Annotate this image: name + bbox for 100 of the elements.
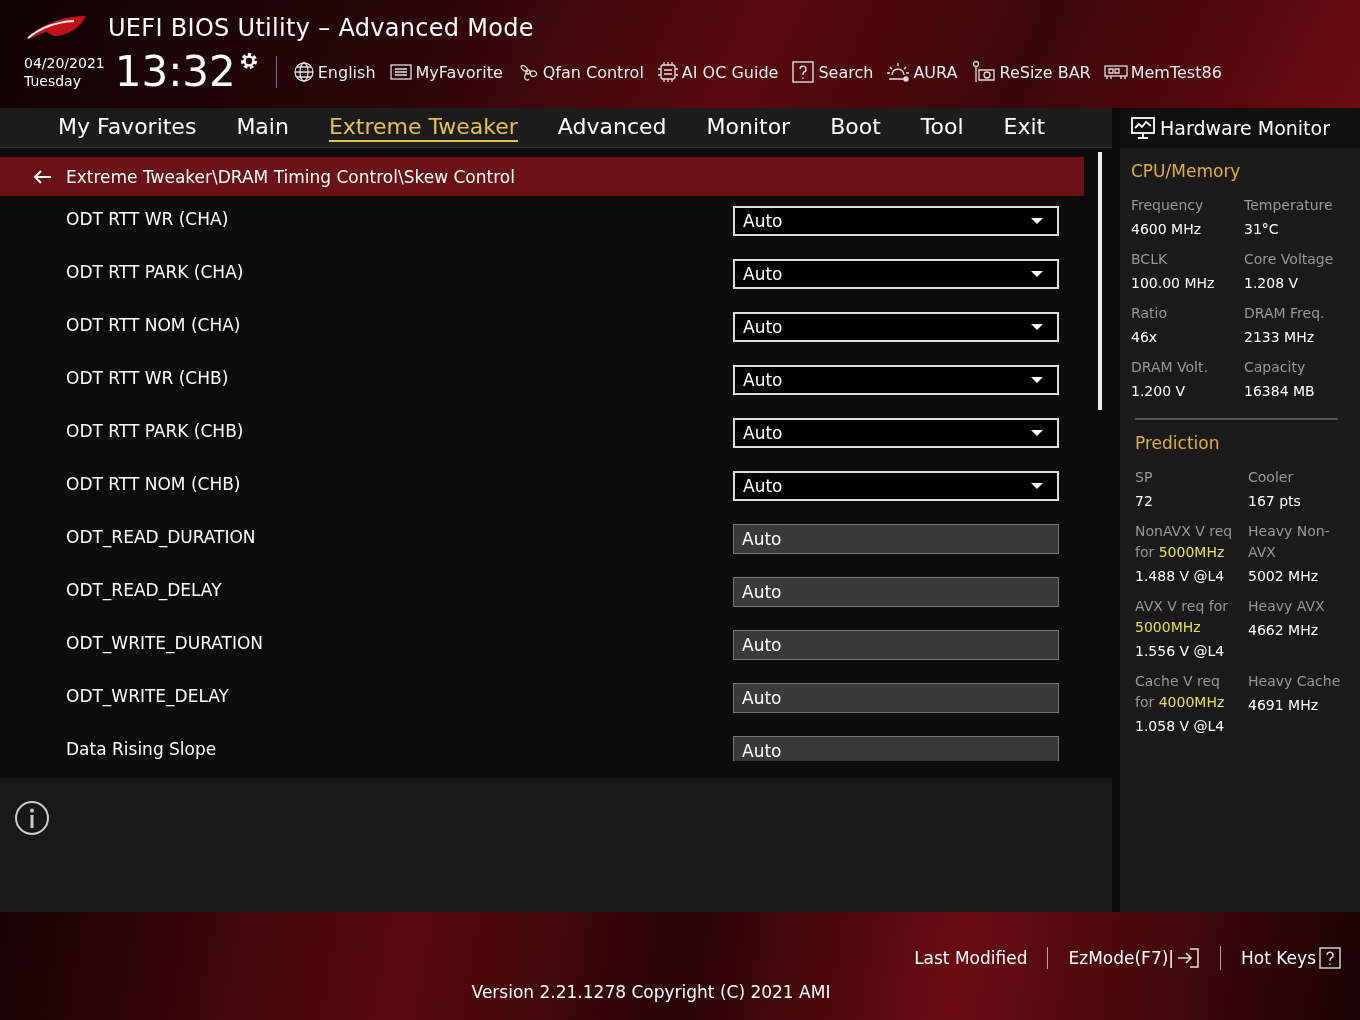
caret-icon bbox=[1031, 217, 1043, 225]
breadcrumb-path: Extreme Tweaker\DRAM Timing Control\Skew Control bbox=[66, 166, 515, 187]
toolbar-button[interactable]: MyFavorite bbox=[388, 62, 503, 82]
caret-icon bbox=[1031, 323, 1043, 331]
stat-value: 167 pts bbox=[1248, 492, 1302, 510]
stat-value: 5002 MHz bbox=[1248, 567, 1320, 585]
stat-value: 100.00 MHz bbox=[1131, 274, 1216, 292]
stat-label: Temperature bbox=[1244, 196, 1334, 215]
setting-label: ODT RTT PARK (CHA) bbox=[66, 261, 245, 284]
stat-value: 1.208 V bbox=[1244, 274, 1300, 292]
setting-label: ODT RTT WR (CHA) bbox=[66, 208, 230, 231]
menu-tab[interactable]: Tool bbox=[920, 113, 964, 142]
input-field[interactable]: Auto bbox=[733, 577, 1059, 607]
stat-value: 1.200 V bbox=[1131, 382, 1187, 400]
menu-tab[interactable]: Main bbox=[236, 113, 289, 142]
menu-tab[interactable]: Advanced bbox=[557, 113, 667, 142]
info-icon bbox=[14, 800, 50, 836]
stat-value: 1.488 V @L4 bbox=[1135, 567, 1226, 585]
toolbar-button[interactable]: AURA bbox=[886, 61, 958, 83]
clock-time: 13:32 bbox=[114, 50, 236, 94]
stat-label: Cooler bbox=[1248, 468, 1295, 487]
toolbar-button[interactable]: ReSize BAR bbox=[970, 60, 1091, 84]
help-icon bbox=[1318, 946, 1342, 970]
dropdown[interactable]: Auto bbox=[733, 365, 1059, 395]
date-text: 04/20/2021 bbox=[24, 54, 105, 72]
stat-value: 31°C bbox=[1244, 220, 1280, 238]
stat-label: DRAM Freq. bbox=[1244, 304, 1326, 323]
panel-title: Hardware Monitor bbox=[1160, 117, 1330, 139]
menu-tab[interactable]: Exit bbox=[1003, 113, 1046, 142]
toolbar-button[interactable]: Qfan Control bbox=[515, 61, 644, 83]
input-field[interactable]: Auto bbox=[733, 683, 1059, 713]
stat-label: NonAVX V req for 5000MHz bbox=[1135, 522, 1234, 562]
stat-value: 4600 MHz bbox=[1131, 220, 1203, 238]
stat-value: 4691 MHz bbox=[1248, 696, 1320, 714]
stat-label: Frequency bbox=[1131, 196, 1205, 215]
setting-label: ODT_WRITE_DELAY bbox=[66, 685, 230, 709]
light-icon bbox=[886, 61, 911, 83]
setting-label: ODT_READ_DELAY bbox=[66, 579, 223, 603]
exit-icon bbox=[1176, 947, 1201, 969]
dropdown[interactable]: Auto bbox=[733, 471, 1059, 501]
setting-label: ODT RTT NOM (CHA) bbox=[66, 314, 242, 337]
setting-label: ODT_WRITE_DURATION bbox=[66, 632, 265, 656]
toolbar-button[interactable]: MemTest86 bbox=[1103, 62, 1222, 82]
dropdown[interactable]: Auto bbox=[733, 418, 1059, 448]
setting-label: ODT RTT PARK (CHB) bbox=[66, 420, 245, 443]
back-button[interactable] bbox=[32, 168, 52, 185]
memory-icon bbox=[1103, 63, 1128, 81]
section-title: Prediction bbox=[1135, 433, 1221, 453]
stat-label: Ratio bbox=[1131, 304, 1168, 323]
help-icon bbox=[791, 60, 816, 84]
toolbar-button[interactable]: Search bbox=[791, 60, 874, 84]
stat-label: BCLK bbox=[1131, 250, 1169, 269]
caret-icon bbox=[1031, 376, 1043, 384]
caret-icon bbox=[1031, 429, 1043, 437]
graphics-card-icon bbox=[970, 60, 997, 84]
footer-button[interactable]: EzMode(F7)| bbox=[1047, 947, 1221, 969]
menu-tab[interactable]: Monitor bbox=[706, 113, 791, 142]
setting-label: ODT_READ_DURATION bbox=[66, 526, 257, 550]
menu-tab[interactable]: Extreme Tweaker bbox=[328, 113, 518, 142]
caret-icon bbox=[1031, 270, 1043, 278]
dropdown[interactable]: Auto bbox=[733, 312, 1059, 342]
stat-value: 16384 MB bbox=[1244, 382, 1316, 400]
stat-label: Core Voltage bbox=[1244, 250, 1335, 269]
scrollbar[interactable] bbox=[1098, 152, 1102, 410]
stat-label: Heavy Non-AVX bbox=[1248, 522, 1331, 562]
stat-label: Heavy AVX bbox=[1248, 597, 1326, 616]
stat-label: Cache V req for 4000MHz bbox=[1135, 672, 1226, 712]
setting-label: ODT RTT WR (CHB) bbox=[66, 367, 230, 390]
stat-label: DRAM Volt. bbox=[1131, 358, 1209, 377]
monitor-icon bbox=[1130, 116, 1156, 140]
setting-label: ODT RTT NOM (CHB) bbox=[66, 473, 242, 496]
menu-tab[interactable]: My Favorites bbox=[58, 113, 197, 142]
stat-label: SP bbox=[1135, 468, 1154, 487]
back-arrow-icon bbox=[32, 168, 52, 185]
stat-value: 4662 MHz bbox=[1248, 621, 1320, 639]
footer-button[interactable]: Last Modified bbox=[894, 948, 1048, 968]
stat-label: AVX V req for 5000MHz bbox=[1135, 597, 1229, 637]
stat-value: 72 bbox=[1135, 492, 1154, 510]
input-field[interactable]: Auto bbox=[733, 524, 1059, 554]
list-icon bbox=[388, 62, 413, 82]
menu-tab[interactable]: Boot bbox=[830, 113, 881, 142]
dropdown[interactable]: Auto bbox=[733, 206, 1059, 236]
day-text: Tuesday bbox=[24, 72, 82, 90]
globe-icon bbox=[292, 61, 315, 83]
window-title: UEFI BIOS Utility – Advanced Mode bbox=[108, 14, 534, 42]
stat-label: Capacity bbox=[1244, 358, 1307, 377]
toolbar-button[interactable]: AI OC Guide bbox=[656, 61, 779, 83]
stat-value: 1.556 V @L4 bbox=[1135, 642, 1226, 660]
input-field[interactable]: Auto bbox=[733, 630, 1059, 660]
footer-button[interactable]: Hot Keys bbox=[1220, 946, 1342, 970]
stat-value: 1.058 V @L4 bbox=[1135, 717, 1226, 735]
dropdown[interactable]: Auto bbox=[733, 259, 1059, 289]
section-title: CPU/Memory bbox=[1131, 161, 1242, 181]
input-field[interactable]: Auto bbox=[733, 736, 1059, 761]
stat-value: 46x bbox=[1131, 328, 1159, 346]
setting-label: Data Rising Slope bbox=[66, 738, 218, 761]
stat-value: 2133 MHz bbox=[1244, 328, 1316, 346]
version-text: Version 2.21.1278 Copyright (C) 2021 AMI bbox=[470, 982, 832, 1002]
stat-label: Heavy Cache bbox=[1248, 672, 1342, 691]
toolbar-button[interactable]: English bbox=[292, 61, 376, 83]
